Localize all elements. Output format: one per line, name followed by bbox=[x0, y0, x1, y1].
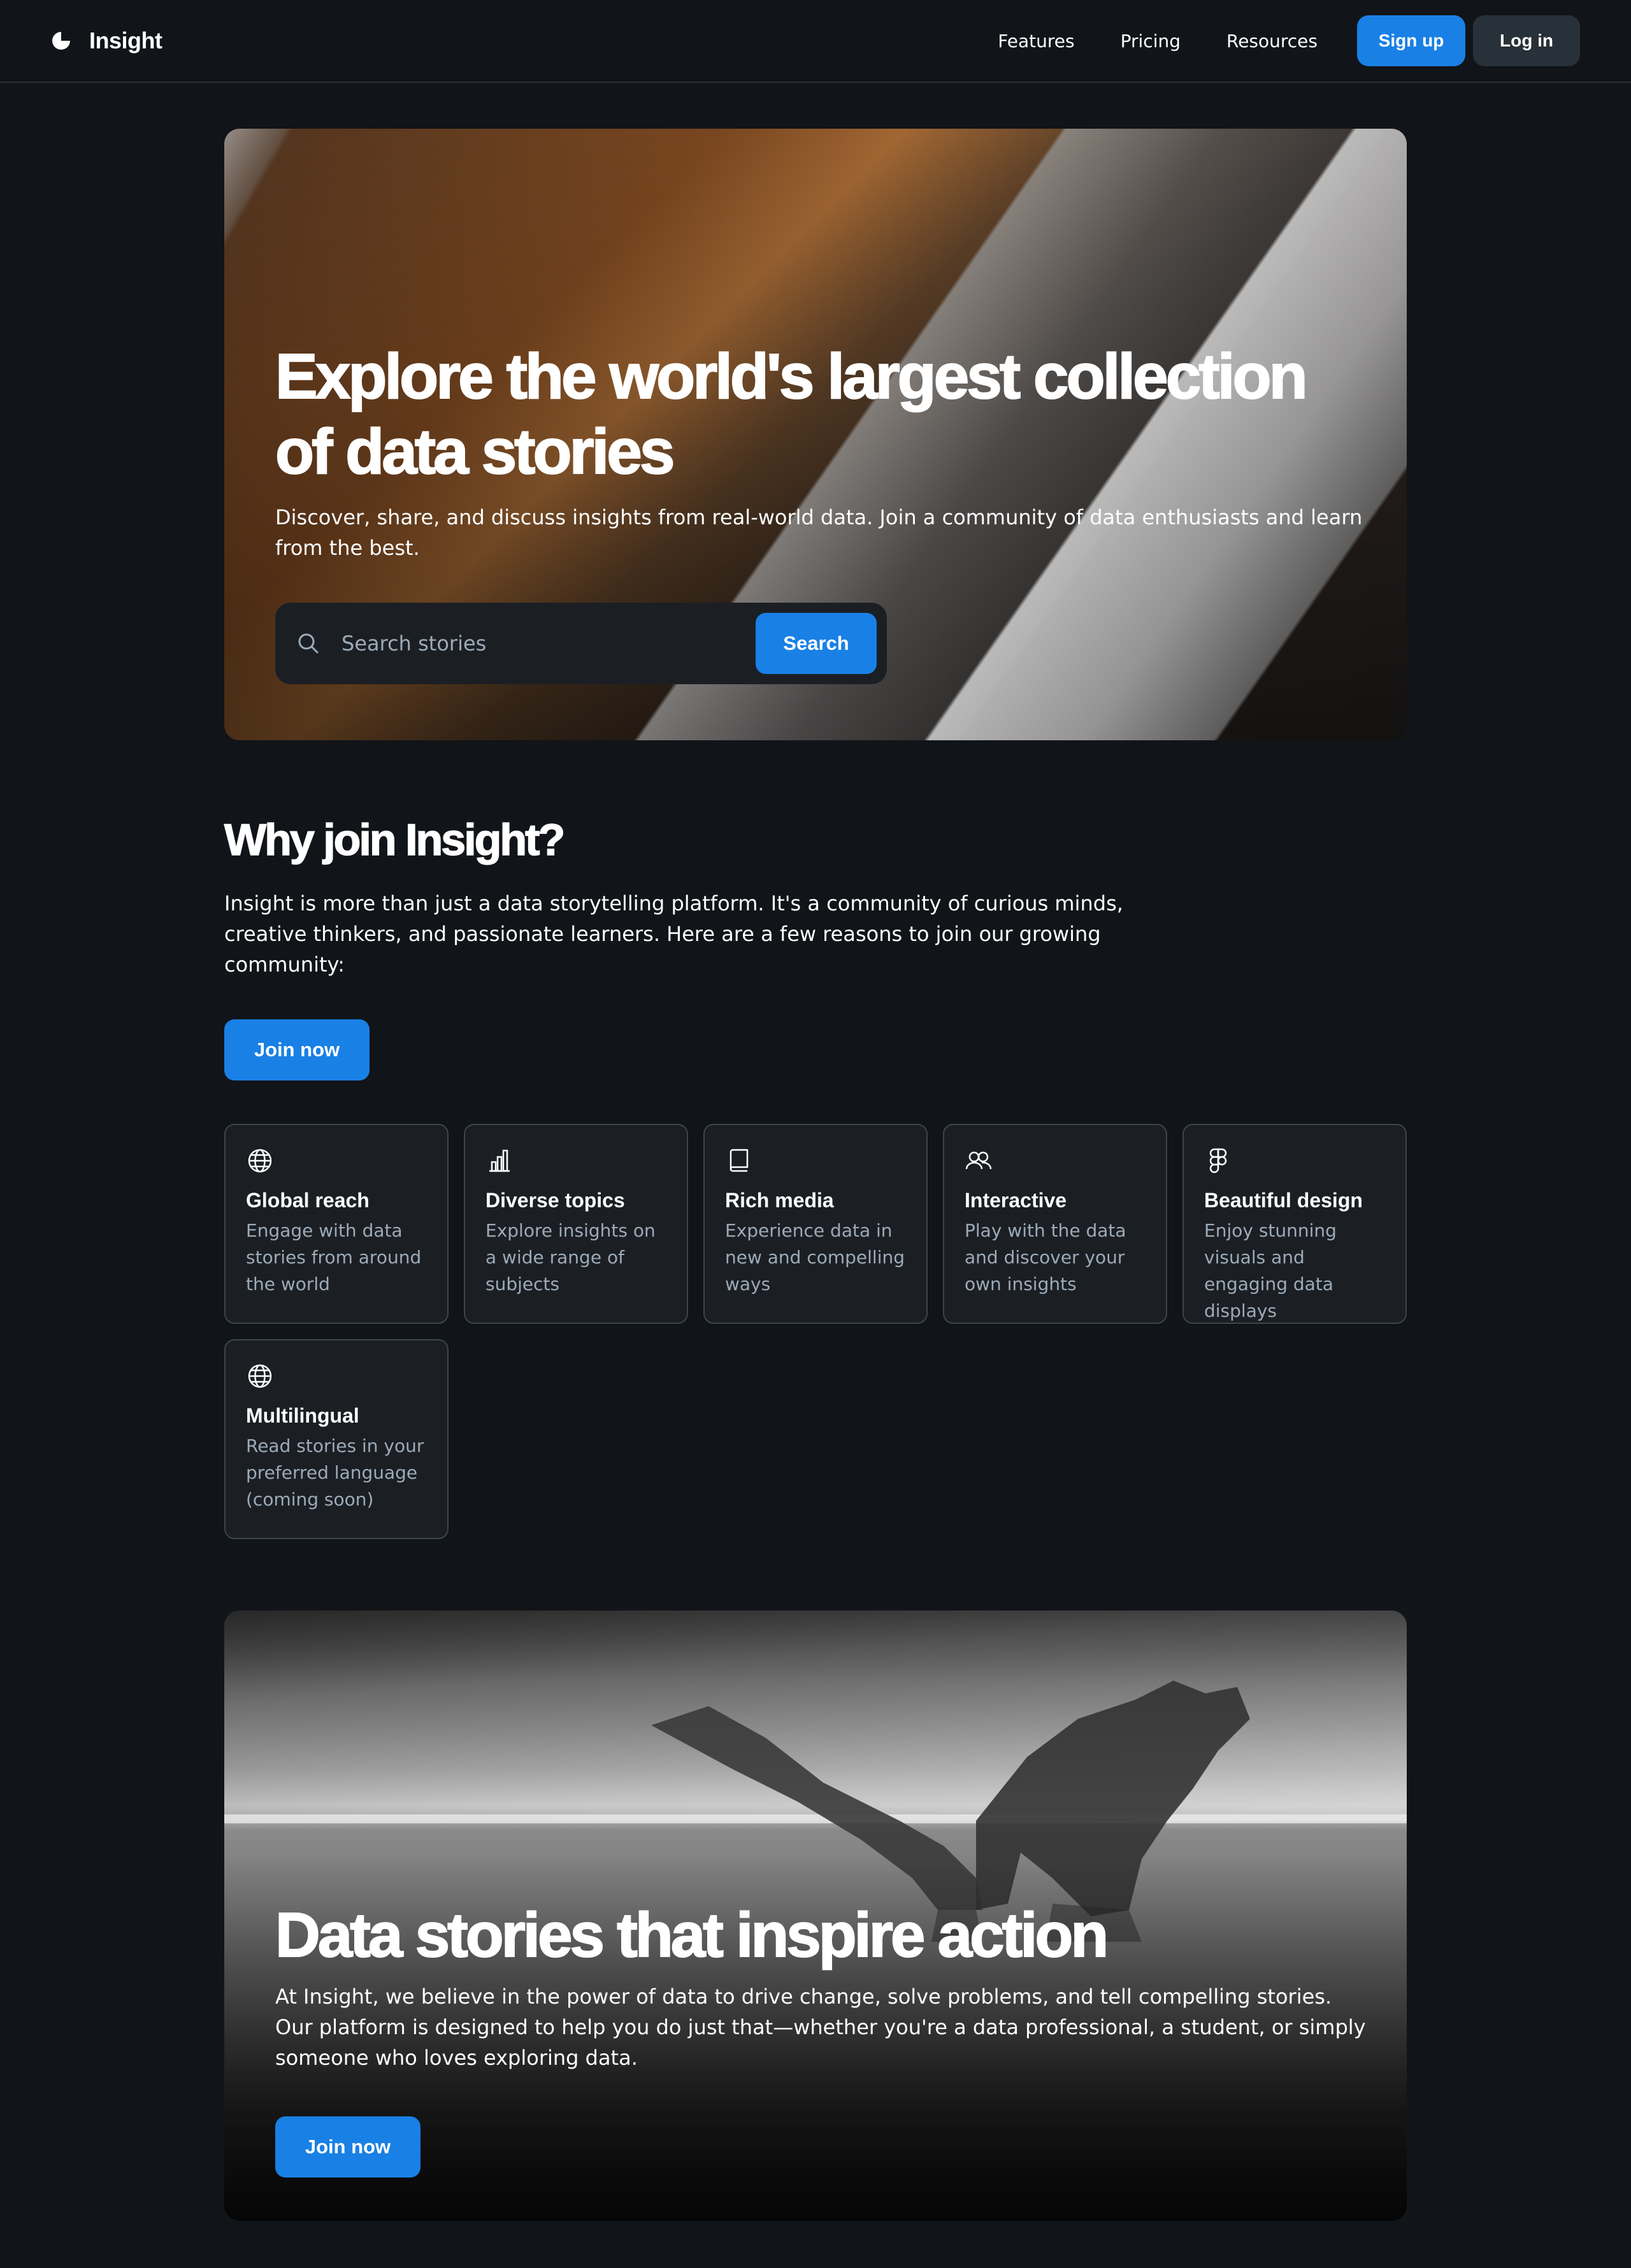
signup-button[interactable]: Sign up bbox=[1357, 15, 1465, 66]
feature-title: Global reach bbox=[246, 1189, 370, 1212]
search-icon bbox=[298, 633, 319, 654]
why-join-text: Insight is more than just a data storyte… bbox=[224, 891, 1123, 977]
feature-description: Engage with data stories from around the… bbox=[246, 1220, 422, 1295]
feature-description: Read stories in your preferred language … bbox=[246, 1435, 424, 1510]
feature-title: Multilingual bbox=[246, 1404, 359, 1427]
book-icon bbox=[729, 1149, 749, 1172]
inspire-title: Data stories that inspire action bbox=[275, 1899, 1109, 1970]
globe-icon bbox=[248, 1364, 272, 1388]
feature-card-diverse-topics: Diverse topics Explore insights on a wid… bbox=[464, 1124, 688, 1324]
hero-banner: Explore the world's largest collection o… bbox=[224, 129, 1407, 740]
nav-link-pricing[interactable]: Pricing bbox=[1121, 31, 1181, 52]
why-join-section: Why join Insight? Insight is more than j… bbox=[224, 808, 1407, 1080]
feature-description: Experience data in new and compelling wa… bbox=[725, 1220, 905, 1295]
inspire-banner: Data stories that inspire action At Insi… bbox=[224, 1611, 1407, 2221]
feature-cards: Global reach Engage with data stories fr… bbox=[224, 1124, 1407, 1539]
feature-title: Beautiful design bbox=[1204, 1189, 1363, 1212]
feature-description: Play with the data and discover your own… bbox=[965, 1220, 1126, 1295]
users-icon bbox=[965, 1151, 992, 1170]
feature-card-global-reach: Global reach Engage with data stories fr… bbox=[224, 1124, 449, 1324]
feature-description: Enjoy stunning visuals and engaging data… bbox=[1204, 1220, 1337, 1321]
join-now-button[interactable]: Join now bbox=[224, 1019, 370, 1080]
inspire-content: Data stories that inspire action At Insi… bbox=[275, 1897, 1371, 2178]
brand[interactable]: Insight bbox=[51, 27, 162, 54]
brand-name: Insight bbox=[89, 27, 162, 54]
bar-chart-icon bbox=[489, 1149, 510, 1172]
feature-description: Explore insights on a wide range of subj… bbox=[485, 1220, 656, 1295]
main-nav: Features Pricing Resources Sign up Log i… bbox=[998, 15, 1580, 66]
search-button[interactable]: Search bbox=[756, 613, 877, 674]
nav-link-features[interactable]: Features bbox=[998, 31, 1074, 52]
feature-card-rich-media: Rich media Experience data in new and co… bbox=[703, 1124, 928, 1324]
join-now-button-secondary[interactable]: Join now bbox=[275, 2116, 420, 2178]
hero-subtitle: Discover, share, and discuss insights fr… bbox=[275, 505, 1363, 560]
inspire-text: At Insight, we believe in the power of d… bbox=[275, 1984, 1366, 2070]
feature-title: Diverse topics bbox=[485, 1189, 625, 1212]
feature-card-multilingual: Multilingual Read stories in your prefer… bbox=[224, 1339, 449, 1539]
feature-card-interactive: Interactive Play with the data and disco… bbox=[943, 1124, 1167, 1324]
hero-content: Explore the world's largest collection o… bbox=[275, 339, 1371, 684]
nav-link-resources[interactable]: Resources bbox=[1226, 31, 1318, 52]
hero-title: Explore the world's largest collection o… bbox=[275, 340, 1309, 488]
search-bar: Search bbox=[275, 603, 887, 684]
search-input[interactable] bbox=[341, 631, 756, 656]
feature-card-beautiful-design: Beautiful design Enjoy stunning visuals … bbox=[1182, 1124, 1407, 1324]
feature-title: Rich media bbox=[725, 1189, 834, 1212]
top-header: Insight Features Pricing Resources Sign … bbox=[0, 0, 1631, 83]
insight-logo-icon bbox=[52, 32, 70, 50]
feature-title: Interactive bbox=[965, 1189, 1067, 1212]
why-join-title: Why join Insight? bbox=[224, 814, 566, 865]
login-button[interactable]: Log in bbox=[1473, 15, 1580, 66]
globe-icon bbox=[248, 1149, 272, 1173]
figma-icon bbox=[1209, 1148, 1227, 1173]
